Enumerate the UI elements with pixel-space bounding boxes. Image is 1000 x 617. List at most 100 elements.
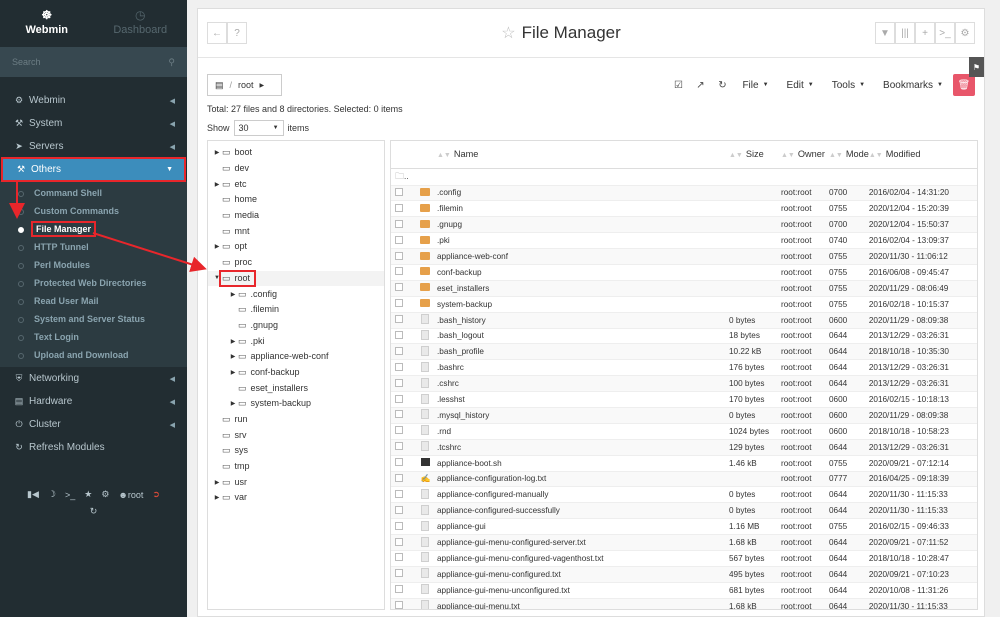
table-row[interactable]: conf-backup root:root 0755 2016/06/08 - 09:…: [391, 263, 977, 281]
sidebar-item-system[interactable]: ⚒ System ◀: [0, 112, 187, 135]
file-name[interactable]: .config: [437, 184, 729, 201]
row-checkbox[interactable]: [395, 410, 403, 419]
search-input[interactable]: Search ⚲: [0, 47, 187, 77]
tree-node[interactable]: ▭ eset_installers: [208, 380, 384, 396]
user-button[interactable]: ☻root: [118, 490, 143, 500]
row-checkbox[interactable]: [395, 267, 403, 276]
sidebar-item-cluster[interactable]: ⏻ Cluster ◀: [0, 413, 187, 436]
table-row[interactable]: appliance-gui-menu-configured-vagenthost…: [391, 549, 977, 567]
row-checkbox[interactable]: [395, 362, 403, 371]
file-name[interactable]: .cshrc: [437, 375, 729, 392]
file-name[interactable]: appliance-gui-menu-configured-server.txt: [437, 534, 729, 551]
tree-node[interactable]: ▭ mnt: [208, 223, 384, 239]
file-name[interactable]: .bash_history: [437, 311, 729, 329]
row-checkbox[interactable]: [395, 442, 403, 451]
settings-icon[interactable]: ⚙: [101, 489, 109, 500]
page-size-select[interactable]: 30 ▼: [233, 120, 284, 136]
tree-node[interactable]: ▭ dev: [208, 161, 384, 177]
add-button[interactable]: +: [915, 22, 935, 44]
caret-right-icon[interactable]: ▶: [212, 243, 222, 250]
file-name[interactable]: .bash_profile: [437, 343, 729, 360]
file-name[interactable]: appliance-configured-manually: [437, 486, 729, 503]
file-name[interactable]: appliance-gui: [437, 518, 729, 535]
table-row[interactable]: .bash_history 0 bytes root:root 0600 2020/11…: [391, 311, 977, 329]
row-checkbox[interactable]: [395, 489, 403, 498]
sidebar-sub-http-tunnel[interactable]: HTTP Tunnel: [0, 238, 187, 256]
table-row[interactable]: appliance-configured-manually 0 bytes root…: [391, 486, 977, 503]
row-checkbox[interactable]: [395, 585, 403, 594]
caret-right-icon[interactable]: ▶: [212, 181, 222, 188]
file-name[interactable]: .filemin: [437, 200, 729, 217]
row-checkbox[interactable]: [395, 315, 403, 324]
file-name[interactable]: appliance-configured-successfully: [437, 502, 729, 519]
help-button[interactable]: ?: [227, 22, 247, 44]
sidebar-sub-file-manager[interactable]: File Manager: [0, 220, 187, 238]
col-modified[interactable]: ▲▼ Modified: [868, 141, 977, 169]
table-row[interactable]: .gnupg root:root 0700 2020/12/04 - 15:50:37: [391, 216, 977, 233]
row-checkbox[interactable]: [395, 299, 403, 308]
sidebar-item-hardware[interactable]: ▤ Hardware ◀: [0, 390, 187, 413]
tree-node[interactable]: ▭ sys: [208, 443, 384, 459]
tree-node[interactable]: ▭ .gnupg: [208, 318, 384, 334]
tree-node[interactable]: ▶ ▭ boot: [208, 145, 384, 161]
star-icon[interactable]: ☆: [501, 23, 515, 43]
filter-button[interactable]: ▼: [875, 22, 895, 44]
sidebar-item-others[interactable]: ⚒ Others ▼: [1, 157, 186, 182]
tree-node[interactable]: ▭ run: [208, 412, 384, 428]
file-name[interactable]: .rnd: [437, 422, 729, 440]
tree-node[interactable]: ▶ ▭ conf-backup: [208, 365, 384, 381]
row-checkbox[interactable]: [395, 346, 403, 355]
settings-button[interactable]: ⚙: [955, 22, 975, 44]
table-row[interactable]: appliance-gui-menu.txt 1.68 kB root:root 06…: [391, 597, 977, 609]
row-checkbox[interactable]: [395, 330, 403, 339]
tree-node[interactable]: ▶ ▭ .config: [208, 286, 384, 302]
row-checkbox[interactable]: [395, 283, 403, 292]
tree-node[interactable]: ▶ ▭ usr: [208, 474, 384, 490]
parent-dir-row[interactable]: 🗀..: [391, 167, 977, 185]
sidebar-item-refresh-modules[interactable]: ↻ Refresh Modules: [0, 436, 187, 459]
sidebar-sub-protected-web-directories[interactable]: Protected Web Directories: [0, 274, 187, 292]
tree-node[interactable]: ▭ media: [208, 208, 384, 224]
edit-menu[interactable]: Edit ▼: [779, 74, 822, 96]
tree-node[interactable]: ▭ proc: [208, 255, 384, 271]
caret-down-icon[interactable]: ▼: [212, 275, 222, 281]
columns-button[interactable]: |||: [895, 22, 915, 44]
table-row[interactable]: appliance-gui-menu-configured.txt 495 byt…: [391, 565, 977, 583]
sidebar-sub-perl-modules[interactable]: Perl Modules: [0, 256, 187, 274]
file-name[interactable]: .mysql_history: [437, 406, 729, 424]
row-checkbox[interactable]: [395, 473, 403, 482]
breadcrumb-root[interactable]: /: [230, 80, 233, 90]
col-owner[interactable]: ▲▼ Owner: [781, 141, 829, 169]
refresh-button[interactable]: ↻: [712, 74, 732, 96]
row-checkbox[interactable]: [395, 251, 403, 260]
table-row[interactable]: .config root:root 0700 2016/02/04 - 14:31:2…: [391, 184, 977, 201]
file-name[interactable]: appliance-boot.sh: [437, 454, 729, 472]
tree-node[interactable]: ▭ tmp: [208, 459, 384, 475]
row-checkbox[interactable]: [395, 219, 403, 228]
table-row[interactable]: .tcshrc 129 bytes root:root 0644 2013/12/29 …: [391, 438, 977, 456]
sidebar-sub-read-user-mail[interactable]: Read User Mail: [0, 292, 187, 310]
tree-node[interactable]: ▼ ▭ root: [208, 269, 384, 287]
caret-right-icon[interactable]: ▶: [228, 338, 238, 345]
bookmarks-menu[interactable]: Bookmarks ▼: [875, 74, 951, 96]
file-name[interactable]: .lesshst: [437, 391, 729, 408]
caret-right-icon[interactable]: ▶: [228, 400, 238, 407]
file-name[interactable]: eset_installers: [437, 279, 729, 297]
sidebar-sub-system-server-status[interactable]: System and Server Status: [0, 310, 187, 328]
tree-node[interactable]: ▶ ▭ var: [208, 490, 384, 506]
terminal-button[interactable]: >_: [935, 22, 955, 44]
row-checkbox[interactable]: [395, 537, 403, 546]
back-button[interactable]: ←: [207, 22, 227, 44]
table-row[interactable]: .lesshst 170 bytes root:root 0600 2016/02/15…: [391, 391, 977, 408]
caret-right-icon[interactable]: ▶: [212, 494, 222, 501]
table-row[interactable]: appliance-configured-successfully 0 bytes…: [391, 502, 977, 519]
file-name[interactable]: system-backup: [437, 295, 729, 313]
tree-node[interactable]: ▶ ▭ system-backup: [208, 396, 384, 412]
caret-right-icon[interactable]: ▶: [228, 369, 238, 376]
notification-bell-icon[interactable]: ⚑: [969, 57, 984, 77]
sidebar-item-servers[interactable]: ➤ Servers ◀: [0, 135, 187, 158]
breadcrumb-dir[interactable]: root: [238, 80, 254, 90]
sidebar-sub-upload-download[interactable]: Upload and Download: [0, 346, 187, 364]
row-checkbox[interactable]: [395, 521, 403, 530]
file-name[interactable]: appliance-gui-menu-unconfigured.txt: [437, 581, 729, 599]
